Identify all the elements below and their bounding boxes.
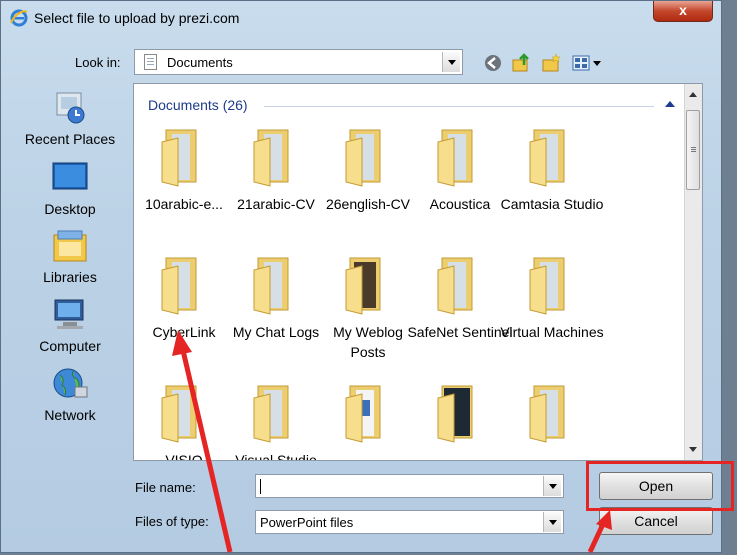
file-item[interactable]: Virtual Machines bbox=[500, 252, 604, 362]
chevron-down-icon[interactable] bbox=[442, 52, 460, 72]
file-item[interactable]: SafeNet Sentinel bbox=[407, 252, 513, 362]
annotation-highlight-box bbox=[586, 461, 734, 511]
internet-explorer-icon bbox=[10, 9, 28, 27]
cancel-button[interactable]: Cancel bbox=[599, 507, 713, 535]
file-item[interactable]: VISIO bbox=[138, 380, 230, 460]
scrollbar-thumb[interactable] bbox=[686, 110, 700, 190]
chevron-down-icon[interactable] bbox=[543, 512, 561, 532]
place-libraries[interactable]: Libraries bbox=[11, 227, 129, 289]
folder-icon bbox=[529, 129, 565, 187]
file-name-field[interactable] bbox=[255, 474, 564, 498]
file-item[interactable]: My Chat Logs bbox=[230, 252, 322, 362]
close-button[interactable]: x bbox=[653, 1, 713, 22]
folder-icon bbox=[253, 385, 289, 443]
scroll-up-icon[interactable] bbox=[689, 92, 697, 97]
file-type-label: Files of type: bbox=[135, 514, 209, 529]
file-item[interactable]: ... bbox=[506, 380, 598, 460]
file-name-label: File name: bbox=[135, 480, 196, 495]
computer-icon bbox=[54, 299, 84, 329]
place-label: Libraries bbox=[43, 269, 97, 285]
places-bar: Recent Places Desktop Libraries Computer… bbox=[11, 81, 129, 461]
recent-places-icon bbox=[56, 92, 85, 124]
folder-icon bbox=[345, 385, 381, 443]
folder-icon bbox=[437, 257, 473, 315]
folder-icon bbox=[529, 257, 565, 315]
file-item[interactable]: 10arabic-e... bbox=[138, 124, 230, 234]
look-in-dropdown[interactable]: Documents bbox=[134, 49, 463, 75]
libraries-icon bbox=[53, 230, 87, 262]
look-in-value: Documents bbox=[167, 55, 233, 70]
folder-icon bbox=[529, 385, 565, 443]
place-recent-places[interactable]: Recent Places bbox=[11, 89, 129, 151]
up-folder-icon[interactable] bbox=[511, 53, 531, 73]
file-type-value: PowerPoint files bbox=[260, 515, 354, 530]
folder-icon bbox=[253, 257, 289, 315]
network-icon bbox=[53, 368, 88, 398]
new-folder-icon[interactable] bbox=[541, 53, 561, 73]
folder-icon bbox=[161, 129, 197, 187]
documents-icon bbox=[144, 54, 157, 70]
folder-icon bbox=[345, 257, 381, 315]
place-computer[interactable]: Computer bbox=[11, 296, 129, 358]
chevron-down-icon[interactable] bbox=[543, 476, 561, 496]
file-item[interactable]: 26english-CV bbox=[322, 124, 414, 234]
place-label: Computer bbox=[39, 338, 101, 354]
text-caret bbox=[260, 479, 261, 494]
folder-icon bbox=[437, 385, 473, 443]
file-item[interactable]: ... bbox=[414, 380, 506, 460]
place-label: Network bbox=[44, 407, 96, 423]
folder-icon bbox=[253, 129, 289, 187]
title-bar[interactable]: Select file to upload by prezi.com x bbox=[1, 1, 721, 35]
file-type-select[interactable]: PowerPoint files bbox=[255, 510, 564, 534]
file-item[interactable]: Acoustica bbox=[414, 124, 506, 234]
file-item[interactable]: CyberLink bbox=[138, 252, 230, 362]
file-item[interactable]: ... bbox=[322, 380, 414, 460]
window-title: Select file to upload by prezi.com bbox=[34, 10, 240, 26]
look-in-label: Look in: bbox=[75, 55, 121, 70]
back-icon[interactable] bbox=[483, 53, 503, 73]
desktop-icon bbox=[52, 162, 88, 190]
file-item[interactable]: Camtasia Studio bbox=[501, 124, 603, 234]
folder-icon bbox=[161, 385, 197, 443]
folder-icon bbox=[345, 129, 381, 187]
group-divider bbox=[264, 106, 654, 107]
place-network[interactable]: Network bbox=[11, 365, 129, 427]
collapse-icon[interactable] bbox=[665, 101, 675, 107]
folder-icon bbox=[161, 257, 197, 315]
group-header: Documents (26) bbox=[148, 97, 248, 113]
file-name: Camtasia Studio bbox=[500, 196, 604, 212]
folder-icon bbox=[437, 129, 473, 187]
scroll-down-icon[interactable] bbox=[689, 447, 697, 452]
file-list-pane[interactable]: Documents (26) 10arabic-e... 21arabic-CV… bbox=[133, 83, 703, 461]
file-name: ... bbox=[546, 452, 558, 461]
place-label: Desktop bbox=[44, 201, 96, 217]
place-label: Recent Places bbox=[24, 131, 116, 147]
view-menu-icon[interactable] bbox=[571, 53, 605, 73]
vertical-scrollbar[interactable] bbox=[684, 84, 702, 460]
file-name: Virtual Machines bbox=[500, 324, 604, 340]
place-desktop[interactable]: Desktop bbox=[11, 159, 129, 221]
file-item[interactable]: Visual Studio bbox=[230, 380, 322, 460]
file-item[interactable]: 21arabic-CV bbox=[230, 124, 322, 234]
file-item[interactable]: My Weblog Posts bbox=[322, 252, 414, 362]
